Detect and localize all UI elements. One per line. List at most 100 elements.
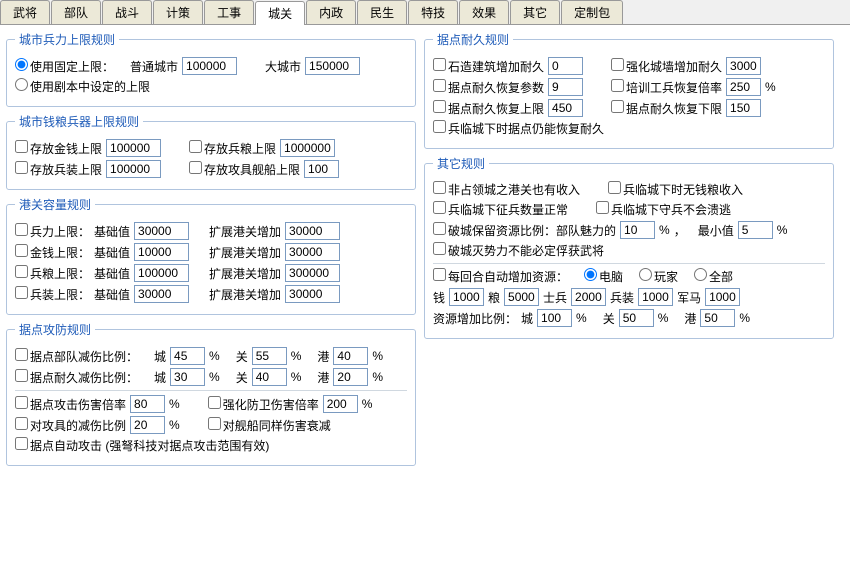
input-port-food-ext[interactable] bbox=[285, 264, 340, 282]
input-recov-param[interactable] bbox=[548, 78, 583, 96]
input-r2-pass[interactable] bbox=[252, 368, 287, 386]
chk-auto-resource[interactable]: 每回合自动增加资源： bbox=[433, 268, 568, 285]
chk-def-mult[interactable]: 强化防卫伤害倍率 bbox=[208, 396, 319, 413]
group-port-capacity: 港关容量规则 兵力上限： 基础值 扩展港关增加 金钱上限： 基础值 扩展港关增加… bbox=[6, 196, 416, 315]
group-durability: 据点耐久规则 石造建筑增加耐久 强化城墙增加耐久 据点耐久恢复参数 培训工兵恢复… bbox=[424, 31, 834, 149]
opt-fixed-limit[interactable]: 使用固定上限： bbox=[15, 58, 114, 75]
input-port-gold-ext[interactable] bbox=[285, 243, 340, 261]
input-r1-city[interactable] bbox=[170, 347, 205, 365]
input-port-force-ext[interactable] bbox=[285, 222, 340, 240]
radio-all[interactable]: 全部 bbox=[694, 268, 733, 285]
input-port-equip-ext[interactable] bbox=[285, 285, 340, 303]
input-auto-soldier[interactable] bbox=[571, 288, 606, 306]
chk-port-force[interactable]: 兵力上限： bbox=[15, 223, 90, 240]
chk-port-gold[interactable]: 金钱上限： bbox=[15, 244, 90, 261]
chk-train-mult[interactable]: 培训工兵恢复倍率 bbox=[611, 79, 722, 96]
input-port-gold-base[interactable] bbox=[134, 243, 189, 261]
tab-4[interactable]: 工事 bbox=[204, 0, 254, 24]
chk-siege-draft[interactable]: 兵临城下征兵数量正常 bbox=[433, 201, 568, 218]
input-siege-redux[interactable] bbox=[130, 416, 165, 434]
tab-7[interactable]: 民生 bbox=[357, 0, 407, 24]
group-city-force: 城市兵力上限规则 使用固定上限： 普通城市 大城市 使用剧本中设定的上限 bbox=[6, 31, 416, 107]
input-port-food-base[interactable] bbox=[134, 264, 189, 282]
chk-unit-redux[interactable]: 据点部队减伤比例： bbox=[15, 348, 138, 365]
input-ratio-pass[interactable] bbox=[619, 309, 654, 327]
chk-port-food[interactable]: 兵粮上限： bbox=[15, 265, 90, 282]
chk-equip-cap[interactable]: 存放兵装上限 bbox=[15, 161, 102, 178]
tab-8[interactable]: 特技 bbox=[408, 0, 458, 24]
tab-11[interactable]: 定制包 bbox=[561, 0, 623, 24]
input-auto-equip[interactable] bbox=[638, 288, 673, 306]
chk-food-cap[interactable]: 存放兵粮上限 bbox=[189, 140, 276, 157]
chk-siege-noflee[interactable]: 兵临城下守兵不会溃逃 bbox=[596, 201, 731, 218]
input-stone[interactable] bbox=[548, 57, 583, 75]
legend: 城市兵力上限规则 bbox=[15, 31, 119, 48]
input-auto-horse[interactable] bbox=[705, 288, 740, 306]
input-ratio-city[interactable] bbox=[537, 309, 572, 327]
input-port-force-base[interactable] bbox=[134, 222, 189, 240]
input-r2-port[interactable] bbox=[333, 368, 368, 386]
input-train-mult[interactable] bbox=[726, 78, 761, 96]
chk-capture-keep[interactable]: 破城保留资源比例：部队魅力的 bbox=[433, 222, 616, 239]
chk-auto-attack[interactable]: 据点自动攻击 (强弩科技对据点攻击范围有效) bbox=[15, 437, 269, 454]
group-base-combat: 据点攻防规则 据点部队减伤比例： 城 % 关 % 港 % 据点耐久减伤比例： 城… bbox=[6, 321, 416, 466]
chk-siege-cap[interactable]: 存放攻具舰船上限 bbox=[189, 161, 300, 178]
chk-capture-officer[interactable]: 破城灭势力不能必定俘获武将 bbox=[433, 242, 604, 259]
input-atk-mult[interactable] bbox=[130, 395, 165, 413]
input-auto-food[interactable] bbox=[504, 288, 539, 306]
opt-scenario-limit[interactable]: 使用剧本中设定的上限 bbox=[15, 78, 150, 95]
lbl-normal-city: 普通城市 bbox=[130, 58, 178, 75]
chk-recov-min[interactable]: 据点耐久恢复下限 bbox=[611, 100, 722, 117]
tab-5[interactable]: 城关 bbox=[255, 1, 305, 25]
chk-port-income[interactable]: 非占领城之港关也有收入 bbox=[433, 181, 580, 198]
tab-6[interactable]: 内政 bbox=[306, 0, 356, 24]
chk-ship-decay[interactable]: 对舰船同样伤害衰减 bbox=[208, 417, 331, 434]
chk-siege-recov[interactable]: 兵临城下时据点仍能恢复耐久 bbox=[433, 120, 604, 137]
input-keep-pct[interactable] bbox=[620, 221, 655, 239]
chk-gold-cap[interactable]: 存放金钱上限 bbox=[15, 140, 102, 157]
legend: 其它规则 bbox=[433, 155, 489, 172]
chk-siege-noincome[interactable]: 兵临城下时无钱粮收入 bbox=[608, 181, 743, 198]
group-city-resource: 城市钱粮兵器上限规则 存放金钱上限 存放兵粮上限 存放兵装上限 存放攻具舰船上限 bbox=[6, 113, 416, 190]
radio-player[interactable]: 玩家 bbox=[639, 268, 678, 285]
main-panel: 城市兵力上限规则 使用固定上限： 普通城市 大城市 使用剧本中设定的上限 城市钱… bbox=[0, 25, 850, 472]
legend: 据点攻防规则 bbox=[15, 321, 95, 338]
tab-1[interactable]: 部队 bbox=[51, 0, 101, 24]
input-gold-cap[interactable] bbox=[106, 139, 161, 157]
radio-cpu[interactable]: 电脑 bbox=[584, 268, 623, 285]
input-big-city[interactable] bbox=[305, 57, 360, 75]
tab-2[interactable]: 战斗 bbox=[102, 0, 152, 24]
chk-port-equip[interactable]: 兵装上限： bbox=[15, 286, 90, 303]
tab-10[interactable]: 其它 bbox=[510, 0, 560, 24]
input-keep-min[interactable] bbox=[738, 221, 773, 239]
lbl-big-city: 大城市 bbox=[265, 58, 301, 75]
input-auto-money[interactable] bbox=[449, 288, 484, 306]
legend: 港关容量规则 bbox=[15, 196, 95, 213]
chk-recov-param[interactable]: 据点耐久恢复参数 bbox=[433, 79, 544, 96]
input-r2-city[interactable] bbox=[170, 368, 205, 386]
input-r1-pass[interactable] bbox=[252, 347, 287, 365]
chk-atk-mult[interactable]: 据点攻击伤害倍率 bbox=[15, 396, 126, 413]
chk-stone[interactable]: 石造建筑增加耐久 bbox=[433, 58, 544, 75]
input-ratio-port[interactable] bbox=[700, 309, 735, 327]
input-recov-max[interactable] bbox=[548, 99, 583, 117]
chk-recov-max[interactable]: 据点耐久恢复上限 bbox=[433, 100, 544, 117]
input-r1-port[interactable] bbox=[333, 347, 368, 365]
input-def-mult[interactable] bbox=[323, 395, 358, 413]
tab-3[interactable]: 计策 bbox=[153, 0, 203, 24]
legend: 据点耐久规则 bbox=[433, 31, 513, 48]
chk-wall[interactable]: 强化城墙增加耐久 bbox=[611, 58, 722, 75]
chk-siege-redux[interactable]: 对攻具的减伤比例 bbox=[15, 417, 126, 434]
input-siege-cap[interactable] bbox=[304, 160, 339, 178]
input-wall[interactable] bbox=[726, 57, 761, 75]
tab-0[interactable]: 武将 bbox=[0, 0, 50, 24]
input-port-equip-base[interactable] bbox=[134, 285, 189, 303]
tab-9[interactable]: 效果 bbox=[459, 0, 509, 24]
input-equip-cap[interactable] bbox=[106, 160, 161, 178]
tab-bar: 武将部队战斗计策工事城关内政民生特技效果其它定制包 bbox=[0, 0, 850, 25]
input-recov-min[interactable] bbox=[726, 99, 761, 117]
chk-dura-redux[interactable]: 据点耐久减伤比例： bbox=[15, 369, 138, 386]
input-normal-city[interactable] bbox=[182, 57, 237, 75]
group-other: 其它规则 非占领城之港关也有收入 兵临城下时无钱粮收入 兵临城下征兵数量正常 兵… bbox=[424, 155, 834, 339]
input-food-cap[interactable] bbox=[280, 139, 335, 157]
